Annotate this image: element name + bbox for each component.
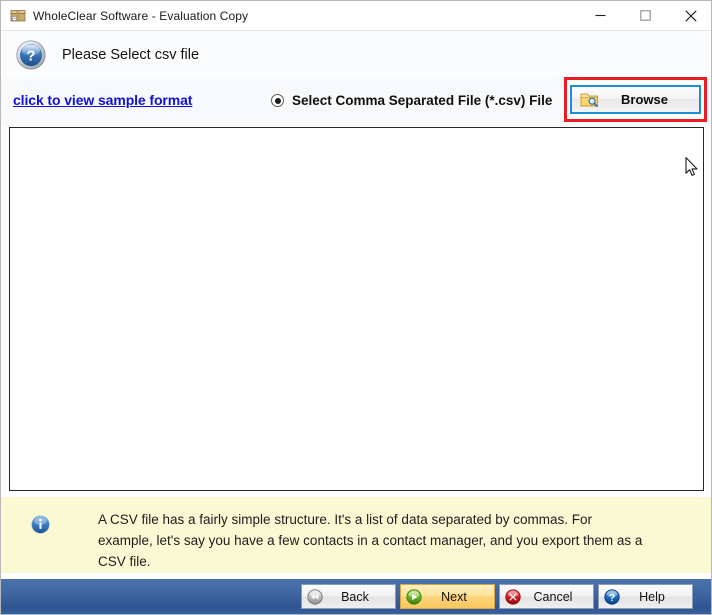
info-panel: A CSV file has a fairly simple structure…	[1, 497, 711, 573]
info-icon	[31, 515, 50, 534]
radio-button-selected[interactable]	[271, 94, 284, 107]
play-icon	[406, 588, 422, 605]
window-title: WholeClear Software - Evaluation Copy	[33, 8, 249, 23]
cancel-button[interactable]: Cancel	[499, 584, 594, 609]
csv-file-radio-option[interactable]: Select Comma Separated File (*.csv) File	[271, 93, 552, 108]
maximize-icon[interactable]	[623, 1, 668, 30]
svg-text:?: ?	[609, 592, 615, 603]
browse-button[interactable]: Browse	[570, 85, 701, 114]
close-icon[interactable]	[668, 1, 711, 30]
sample-format-link[interactable]: click to view sample format	[13, 92, 192, 108]
page-title: Please Select csv file	[62, 46, 200, 63]
help-button[interactable]: ? Help	[598, 584, 693, 609]
help-question-icon: ?	[604, 588, 620, 605]
next-button[interactable]: Next	[400, 584, 495, 609]
question-mark-icon: ?	[16, 39, 46, 70]
navigation-buttons: Back Next Cancel ? Help	[301, 584, 693, 609]
window-controls	[578, 1, 711, 30]
info-panel-text: A CSV file has a fairly simple structure…	[98, 512, 643, 569]
page-header: ? Please Select csv file	[1, 30, 711, 78]
svg-text:?: ?	[26, 47, 35, 64]
next-button-label: Next	[441, 589, 467, 604]
folder-search-icon	[580, 91, 600, 108]
minimize-icon[interactable]	[578, 1, 623, 30]
csv-preview-panel[interactable]	[9, 127, 704, 491]
radio-option-label: Select Comma Separated File (*.csv) File	[292, 93, 553, 108]
help-button-label: Help	[639, 589, 665, 604]
cancel-x-icon	[505, 588, 521, 605]
browse-button-label: Browse	[621, 92, 668, 107]
application-window: WholeClear Software - Evaluation Copy ? …	[0, 0, 712, 615]
rewind-icon	[307, 588, 323, 605]
footer-bar: Back Next Cancel ? Help	[1, 579, 711, 614]
back-button[interactable]: Back	[301, 584, 396, 609]
package-icon	[10, 8, 26, 24]
back-button-label: Back	[341, 589, 369, 604]
title-bar: WholeClear Software - Evaluation Copy	[1, 1, 711, 30]
cancel-button-label: Cancel	[533, 589, 573, 604]
